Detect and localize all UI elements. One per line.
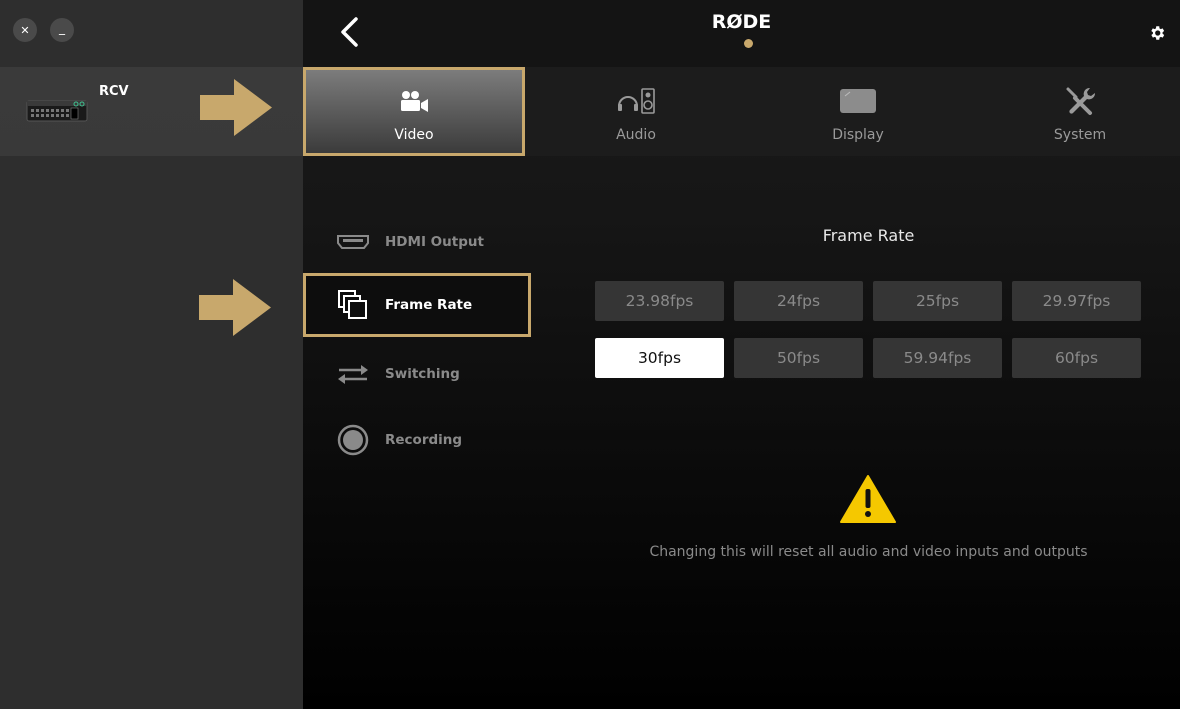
- fps-option-button-selected[interactable]: 30fps: [595, 338, 724, 378]
- submenu-item-hdmi-output[interactable]: HDMI Output: [303, 210, 531, 274]
- close-window-button[interactable]: ✕: [13, 18, 37, 42]
- device-name-label: RCV: [99, 84, 129, 99]
- rode-logo: RØDE: [711, 11, 772, 33]
- submenu-label: HDMI Output: [385, 234, 484, 250]
- tab-label: Audio: [616, 127, 656, 143]
- device-sidebar: ✕ _ RCV: [0, 0, 303, 709]
- frame-rate-icon: [338, 290, 367, 319]
- minimize-icon: _: [59, 21, 65, 35]
- main-panel: RØDE Video Audio Display System HDMI Out…: [303, 0, 1180, 709]
- display-icon: [840, 89, 876, 113]
- submenu-item-recording[interactable]: Recording: [303, 408, 531, 472]
- fps-option-button[interactable]: 59.94fps: [873, 338, 1002, 378]
- arrow-right-icon: [199, 279, 271, 336]
- tab-label: Display: [832, 127, 884, 143]
- tab-display[interactable]: Display: [747, 67, 969, 156]
- tab-label: System: [1053, 127, 1107, 143]
- submenu-label: Switching: [385, 366, 460, 382]
- submenu-item-switching[interactable]: Switching: [303, 342, 531, 406]
- submenu-label: Recording: [385, 432, 463, 448]
- headphones-speaker-icon: [618, 88, 655, 114]
- submenu-item-frame-rate[interactable]: Frame Rate: [303, 273, 531, 337]
- category-tabs: Video Audio Display System: [303, 67, 1180, 156]
- video-camera-icon: [401, 91, 428, 112]
- top-bar: RØDE: [303, 0, 1180, 67]
- settings-button[interactable]: [1148, 24, 1166, 46]
- fps-option-button[interactable]: 29.97fps: [1012, 281, 1141, 321]
- close-icon: ✕: [20, 23, 30, 37]
- fps-option-button[interactable]: 50fps: [734, 338, 863, 378]
- arrow-right-icon: [200, 79, 272, 136]
- tab-video[interactable]: Video: [303, 67, 525, 156]
- tab-audio[interactable]: Audio: [525, 67, 747, 156]
- tab-system[interactable]: System: [969, 67, 1180, 156]
- minimize-window-button[interactable]: _: [50, 18, 74, 42]
- status-dot: [744, 39, 753, 48]
- record-icon: [337, 424, 369, 456]
- device-thumbnail-icon: [26, 100, 88, 122]
- fps-option-button[interactable]: 25fps: [873, 281, 1002, 321]
- frame-rate-title: Frame Rate: [822, 226, 915, 245]
- warning-message: Changing this will reset all audio and v…: [649, 544, 1088, 560]
- fps-option-button[interactable]: 23.98fps: [595, 281, 724, 321]
- tab-label: Video: [394, 127, 434, 143]
- fps-option-button[interactable]: 60fps: [1012, 338, 1141, 378]
- switching-icon: [338, 365, 368, 384]
- gear-icon: [1151, 26, 1165, 40]
- tools-icon: [1066, 87, 1096, 115]
- warning-icon: [840, 475, 896, 523]
- fps-option-button[interactable]: 24fps: [734, 281, 863, 321]
- submenu-label: Frame Rate: [385, 297, 473, 313]
- hdmi-icon: [337, 235, 369, 249]
